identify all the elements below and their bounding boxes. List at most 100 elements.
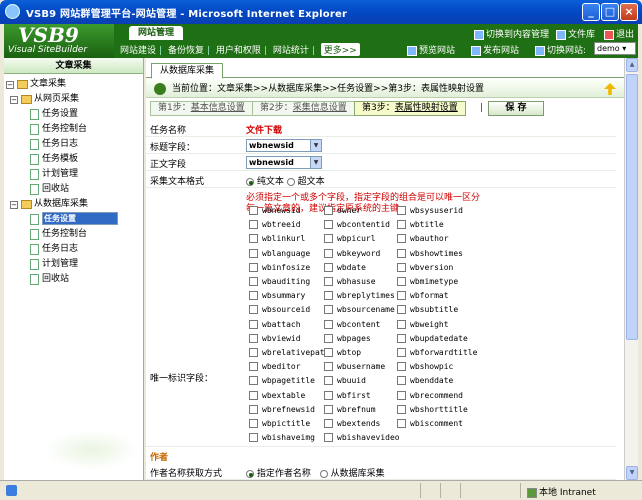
checkbox[interactable] <box>324 248 333 258</box>
sidebar-item[interactable]: 任务设置 <box>4 107 143 122</box>
format-plain-radio[interactable] <box>246 177 254 186</box>
field-checkbox-item[interactable]: wbishaveimg <box>249 433 315 443</box>
checkbox[interactable] <box>249 348 258 357</box>
field-checkbox-item[interactable]: wbpagetitle <box>249 376 315 386</box>
field-checkbox-item[interactable]: wbversion <box>397 262 453 272</box>
sidebar-item[interactable]: 任务控制台 <box>4 122 143 137</box>
sidebar-item[interactable]: 回收站 <box>4 182 143 197</box>
sidebar-item[interactable]: 任务控制台 <box>4 227 143 242</box>
sidebar-item[interactable]: 任务日志 <box>4 242 143 257</box>
checkbox[interactable] <box>249 419 258 428</box>
checkbox[interactable] <box>324 277 333 286</box>
checkbox[interactable] <box>324 220 333 230</box>
field-checkbox-item[interactable]: wbnewsid <box>249 206 301 215</box>
checkbox[interactable] <box>397 291 406 301</box>
field-checkbox-item[interactable]: wbformat <box>397 291 449 301</box>
sidebar-item[interactable]: − 从网页采集 <box>4 92 143 107</box>
checkbox[interactable] <box>249 433 258 443</box>
field-checkbox-item[interactable]: wbmimetype <box>397 277 458 286</box>
field-checkbox-item[interactable]: wbsourceid <box>249 305 310 315</box>
author-db-radio[interactable] <box>319 469 328 478</box>
scroll-down-icon[interactable]: ▼ <box>626 466 638 480</box>
checkbox[interactable] <box>324 291 333 301</box>
checkbox[interactable] <box>249 305 258 315</box>
checkbox[interactable] <box>397 390 406 400</box>
field-checkbox-item[interactable]: wbupdatedate <box>397 333 468 343</box>
checkbox[interactable] <box>324 433 333 443</box>
step-3-tab[interactable]: 第3步：表属性映射设置 <box>354 101 466 116</box>
checkbox[interactable] <box>397 362 406 372</box>
checkbox[interactable] <box>397 376 406 386</box>
checkbox[interactable] <box>249 390 258 400</box>
field-checkbox-item[interactable]: wbsummary <box>249 291 305 301</box>
author-specify-radio[interactable] <box>246 469 254 478</box>
file-library-link[interactable]: 文件库 <box>556 27 595 40</box>
checkbox[interactable] <box>397 206 406 215</box>
checkbox[interactable] <box>249 362 258 372</box>
field-checkbox-item[interactable]: wbshowpic <box>397 362 453 372</box>
nav-site-build[interactable]: 网站建设 <box>120 43 156 56</box>
field-checkbox-item[interactable]: wbauditing <box>249 277 310 286</box>
sidebar-item[interactable]: 计划管理 <box>4 257 143 272</box>
field-checkbox-item[interactable]: wbeditor <box>249 362 301 372</box>
field-checkbox-item[interactable]: wbenddate <box>397 376 453 386</box>
checkbox[interactable] <box>249 220 258 230</box>
checkbox[interactable] <box>397 220 406 230</box>
field-checkbox-item[interactable]: wbextends <box>324 419 380 428</box>
nav-backup[interactable]: 备份恢复 <box>168 43 204 56</box>
checkbox[interactable] <box>324 262 333 272</box>
field-checkbox-item[interactable]: wbfirst <box>324 390 371 400</box>
step-1-tab[interactable]: 第1步：基本信息设置 <box>150 101 253 116</box>
field-checkbox-item[interactable]: wbkeyword <box>324 248 380 258</box>
checkbox[interactable] <box>324 319 333 329</box>
collapse-icon[interactable]: − <box>10 201 18 209</box>
close-button[interactable]: × <box>620 3 638 21</box>
field-checkbox-item[interactable]: wbusername <box>324 362 385 372</box>
checkbox[interactable] <box>324 362 333 372</box>
format-hyper-radio[interactable] <box>286 177 295 186</box>
field-checkbox-item[interactable]: wbiscomment <box>397 419 463 428</box>
checkbox[interactable] <box>324 234 333 244</box>
field-checkbox-item[interactable]: wbrecommend <box>397 390 463 400</box>
sidebar-item[interactable]: 计划管理 <box>4 167 143 182</box>
field-checkbox-item[interactable]: wbtitle <box>397 220 444 230</box>
collapse-icon[interactable]: − <box>10 96 18 104</box>
publish-link[interactable]: 发布网站 <box>471 43 519 56</box>
tab-db-collect[interactable]: 从数据库采集 <box>151 63 224 79</box>
field-checkbox-item[interactable]: wbishavevideo <box>324 433 400 443</box>
step-2-tab[interactable]: 第2步：采集信息设置 <box>252 101 355 116</box>
switch-content-link[interactable]: 切换到内容管理 <box>474 27 549 40</box>
minimize-button[interactable]: _ <box>582 3 600 21</box>
body-field-select[interactable]: wbnewsid ▼ <box>246 156 322 169</box>
scroll-up-icon[interactable]: ▲ <box>626 58 638 72</box>
field-checkbox-item[interactable]: wbshorttitle <box>397 404 468 414</box>
nav-users[interactable]: 用户和权限 <box>216 43 261 56</box>
field-checkbox-item[interactable]: wblinkurl <box>249 234 305 244</box>
checkbox[interactable] <box>324 348 333 357</box>
field-checkbox-item[interactable]: wbtop <box>324 348 361 357</box>
field-checkbox-item[interactable]: wblanguage <box>249 248 310 258</box>
checkbox[interactable] <box>397 277 406 286</box>
checkbox[interactable] <box>249 333 258 343</box>
preview-link[interactable]: 预览网站 <box>407 43 455 56</box>
checkbox[interactable] <box>249 376 258 386</box>
checkbox[interactable] <box>324 333 333 343</box>
field-checkbox-item[interactable]: wbshowtimes <box>397 248 463 258</box>
field-checkbox-item[interactable]: wbrelativepath <box>249 348 329 357</box>
save-button[interactable]: 保 存 <box>488 101 544 116</box>
checkbox[interactable] <box>324 206 333 215</box>
checkbox[interactable] <box>397 404 406 414</box>
field-checkbox-item[interactable]: wbcontentid <box>324 220 390 230</box>
field-checkbox-item[interactable]: wbsysuserid <box>397 206 463 215</box>
sidebar-item[interactable]: − 文章采集 <box>4 77 143 92</box>
field-checkbox-item[interactable]: wbrefnum <box>324 404 376 414</box>
field-checkbox-item[interactable]: wbcontent <box>324 319 380 329</box>
field-checkbox-item[interactable]: wbuuid <box>324 376 366 386</box>
field-checkbox-item[interactable]: wbdate <box>324 262 366 272</box>
checkbox[interactable] <box>324 305 333 315</box>
checkbox[interactable] <box>249 277 258 286</box>
checkbox[interactable] <box>324 390 333 400</box>
checkbox[interactable] <box>397 305 406 315</box>
sidebar-item[interactable]: 任务模板 <box>4 152 143 167</box>
field-checkbox-item[interactable]: wbinfosize <box>249 262 310 272</box>
